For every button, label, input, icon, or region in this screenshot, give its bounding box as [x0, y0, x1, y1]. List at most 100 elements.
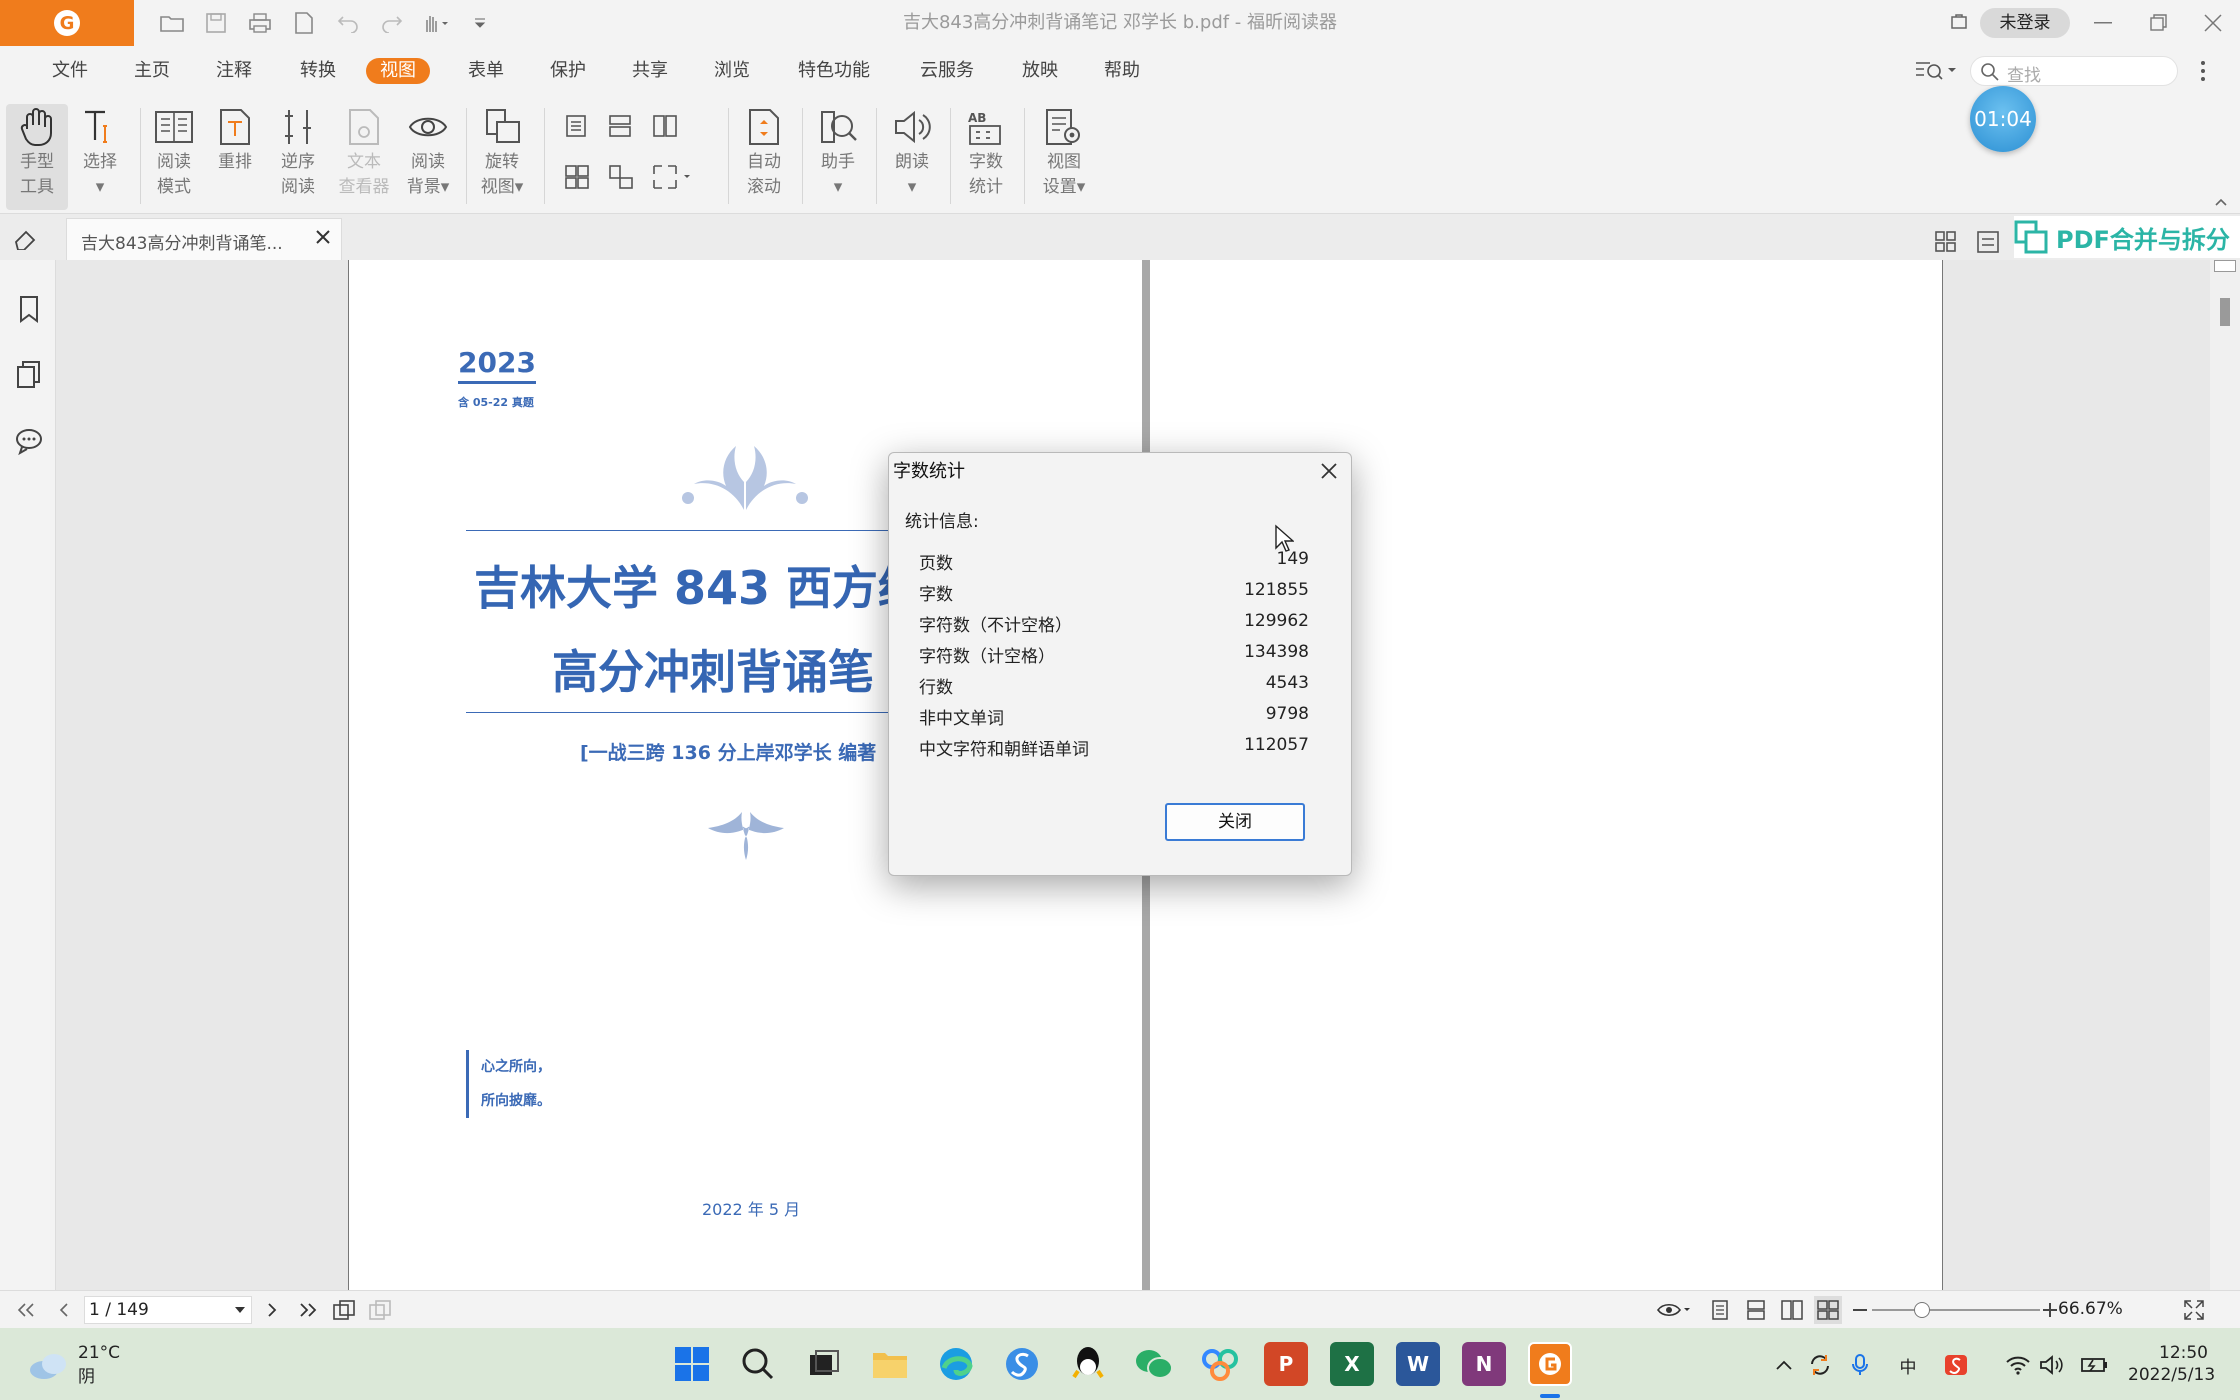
first-page-icon[interactable] — [12, 1296, 40, 1324]
save-icon[interactable] — [194, 8, 238, 38]
comments-icon[interactable] — [14, 426, 44, 456]
open-folder-icon[interactable] — [150, 8, 194, 38]
collapse-ribbon-icon[interactable] — [2214, 192, 2228, 211]
hand-dropdown-icon[interactable] — [414, 8, 458, 38]
dialog-close-icon[interactable] — [1317, 459, 1341, 483]
vertical-scrollbar[interactable] — [2210, 260, 2240, 1290]
system-clock[interactable]: 12:50 2022/5/13 — [2128, 1342, 2215, 1386]
pdf-merge-split-banner[interactable]: PDF合并与拆分 — [2014, 216, 2240, 258]
login-button[interactable]: 未登录 — [1980, 8, 2070, 38]
menu-annotate[interactable]: 注释 — [216, 58, 252, 84]
task-view-icon[interactable] — [802, 1342, 846, 1386]
menu-features[interactable]: 特色功能 — [798, 58, 870, 84]
menu-file[interactable]: 文件 — [52, 58, 88, 84]
menu-convert[interactable]: 转换 — [300, 58, 336, 84]
search-taskbar-icon[interactable] — [736, 1342, 780, 1386]
split-view-icon[interactable] — [652, 164, 692, 194]
pages-icon[interactable] — [14, 360, 44, 390]
reverse-read-button[interactable]: 逆序 阅读 — [272, 104, 324, 200]
menu-protect[interactable]: 保护 — [550, 58, 586, 84]
insert-page-icon[interactable] — [366, 1296, 394, 1324]
new-doc-icon[interactable] — [282, 8, 326, 38]
more-options-icon[interactable] — [2200, 60, 2206, 86]
compare-view-icon[interactable] — [1976, 230, 2000, 258]
sogou-input-icon[interactable] — [1000, 1342, 1044, 1386]
auto-scroll-button[interactable]: 自动 滚动 — [738, 104, 790, 200]
scrollbar-thumb[interactable] — [2220, 298, 2230, 326]
rotate-view-button[interactable]: 旋转 视图▾ — [474, 104, 530, 200]
dialog-close-button[interactable]: 关闭 — [1165, 803, 1305, 841]
file-explorer-icon[interactable] — [868, 1342, 912, 1386]
customize-toolbar-icon[interactable] — [458, 8, 502, 38]
excel-icon[interactable]: X — [1330, 1342, 1374, 1386]
volume-icon[interactable] — [2038, 1352, 2066, 1378]
previous-page-icon[interactable] — [50, 1296, 78, 1324]
zoom-out-icon[interactable] — [1846, 1296, 1874, 1324]
windows-start-icon[interactable] — [670, 1342, 714, 1386]
minimize-icon[interactable] — [2076, 0, 2130, 46]
continuous-view-icon[interactable] — [1742, 1296, 1770, 1324]
last-page-icon[interactable] — [294, 1296, 322, 1324]
facing-view-icon[interactable] — [1778, 1296, 1806, 1324]
menu-share[interactable]: 共享 — [632, 58, 668, 84]
input-method-indicator[interactable]: 中 — [1894, 1352, 1922, 1378]
baidu-netdisk-icon[interactable] — [1198, 1342, 1242, 1386]
continuous-facing-view-icon[interactable] — [1814, 1296, 1842, 1324]
fullscreen-icon[interactable] — [2180, 1296, 2208, 1324]
single-page-icon[interactable] — [564, 114, 588, 142]
reading-timer[interactable]: 01:04 — [1970, 86, 2036, 152]
battery-icon[interactable] — [2080, 1352, 2108, 1378]
foxit-reader-taskbar-icon[interactable] — [1528, 1342, 1572, 1386]
continuous-page-icon[interactable] — [608, 114, 632, 142]
document-tab[interactable]: 吉大843高分冲刺背诵笔... — [66, 218, 342, 260]
reading-view-icon[interactable] — [1654, 1296, 1694, 1324]
read-background-button[interactable]: 阅读 背景▾ — [402, 104, 454, 200]
app-logo[interactable]: G — [0, 0, 134, 46]
word-count-button[interactable]: AB 字数 统计 — [960, 104, 1012, 200]
restore-icon[interactable] — [2132, 0, 2186, 46]
search-mode-icon[interactable] — [1914, 58, 1958, 86]
menu-form[interactable]: 表单 — [468, 58, 504, 84]
qq-icon[interactable] — [1066, 1342, 1110, 1386]
powerpoint-icon[interactable]: P — [1264, 1342, 1308, 1386]
onenote-icon[interactable]: N — [1462, 1342, 1506, 1386]
scroll-top-button[interactable] — [2214, 260, 2236, 272]
single-page-view-icon[interactable] — [1706, 1296, 1734, 1324]
wechat-icon[interactable] — [1132, 1342, 1176, 1386]
cover-page-icon[interactable] — [608, 164, 634, 194]
menu-help[interactable]: 帮助 — [1104, 58, 1140, 84]
microphone-icon[interactable] — [1846, 1352, 1874, 1378]
next-page-icon[interactable] — [258, 1296, 286, 1324]
hand-tool-button[interactable]: 手型 工具 — [6, 104, 68, 210]
redo-icon[interactable] — [370, 8, 414, 38]
zoom-slider[interactable] — [1872, 1302, 2040, 1318]
menu-slideshow[interactable]: 放映 — [1022, 58, 1058, 84]
edge-browser-icon[interactable] — [934, 1342, 978, 1386]
undo-icon[interactable] — [326, 8, 370, 38]
word-icon[interactable]: W — [1396, 1342, 1440, 1386]
menu-view[interactable]: 视图 — [366, 58, 430, 84]
continuous-facing-icon[interactable] — [564, 164, 590, 194]
page-number-input[interactable]: 1 / 149 — [84, 1296, 252, 1324]
reflow-button[interactable]: 重排 — [210, 104, 260, 175]
view-settings-button[interactable]: 视图 设置▾ — [1034, 104, 1094, 200]
zoom-slider-knob[interactable] — [1914, 1302, 1931, 1318]
print-icon[interactable] — [238, 8, 282, 38]
facing-page-icon[interactable] — [652, 114, 678, 142]
search-field[interactable]: 查找 — [1970, 56, 2178, 86]
menu-browse[interactable]: 浏览 — [714, 58, 750, 84]
show-hidden-icons[interactable] — [1770, 1352, 1798, 1378]
sync-icon[interactable] — [1806, 1352, 1834, 1378]
bookmark-icon[interactable] — [14, 294, 44, 324]
sogou-tray-icon[interactable] — [1942, 1352, 1970, 1378]
close-window-icon[interactable] — [2186, 0, 2240, 46]
zoom-level[interactable]: 66.67% — [2058, 1299, 2123, 1319]
text-viewer-button[interactable]: 文本 查看器 — [334, 104, 394, 200]
select-tool-button[interactable]: 选择 ▾ — [72, 104, 128, 200]
assistant-button[interactable]: 助手 ▾ — [812, 104, 864, 200]
eraser-icon[interactable] — [12, 228, 38, 254]
extract-page-icon[interactable] — [330, 1296, 358, 1324]
read-mode-button[interactable]: 阅读 模式 — [148, 104, 200, 200]
shopping-bag-icon[interactable] — [1950, 12, 1968, 30]
menu-home[interactable]: 主页 — [134, 58, 170, 84]
